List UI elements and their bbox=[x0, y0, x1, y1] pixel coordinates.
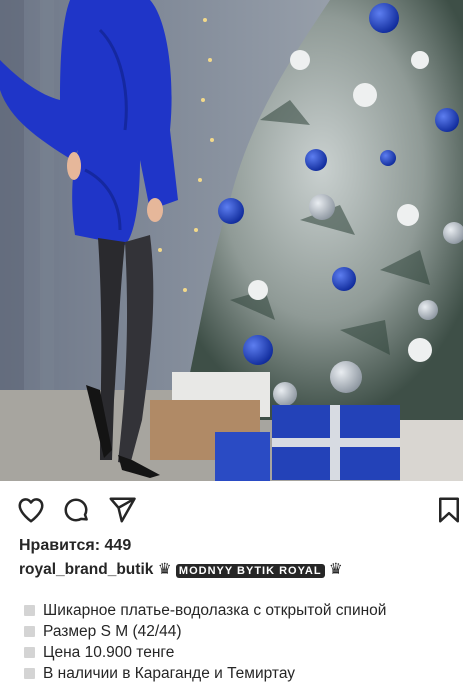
post-image bbox=[0, 0, 463, 481]
bullet-square-icon bbox=[24, 626, 35, 637]
heart-icon[interactable] bbox=[16, 495, 46, 525]
bullet-square-icon bbox=[24, 647, 35, 658]
list-item: Размер S M (42/44) bbox=[24, 621, 454, 642]
list-item-text: В наличии в Караганде и Темиртау bbox=[43, 665, 296, 682]
post-caption: royal_brand_butik ♛ MODNYY BYTIK ROYAL ♛ bbox=[19, 560, 459, 581]
post-actions-bar bbox=[0, 481, 463, 537]
likes-count[interactable]: Нравится: 449 bbox=[19, 537, 131, 555]
list-item-text: Цена 10.900 тенге bbox=[43, 644, 175, 661]
send-icon[interactable] bbox=[107, 495, 137, 525]
list-item-text: Размер S M (42/44) bbox=[43, 623, 182, 640]
list-item: Цена 10.900 тенге bbox=[24, 642, 454, 663]
caption-username[interactable]: royal_brand_butik bbox=[19, 561, 153, 578]
post-photo[interactable] bbox=[0, 0, 463, 481]
list-item: В наличии в Караганде и Темиртау bbox=[24, 663, 454, 684]
crown-icon: ♛ bbox=[157, 561, 172, 578]
list-item-text: Шикарное платье-водолазка с открытой спи… bbox=[43, 602, 387, 619]
bullet-square-icon bbox=[24, 668, 35, 679]
caption-brand-text: MODNYY BYTIK ROYAL bbox=[175, 564, 325, 578]
bookmark-icon[interactable] bbox=[434, 495, 463, 525]
crown-icon-end: ♛ bbox=[328, 561, 343, 578]
comment-icon[interactable] bbox=[61, 495, 91, 525]
bullet-square-icon bbox=[24, 605, 35, 616]
caption-bullet-list: Шикарное платье-водолазка с открытой спи… bbox=[24, 600, 454, 684]
list-item: Шикарное платье-водолазка с открытой спи… bbox=[24, 600, 454, 621]
